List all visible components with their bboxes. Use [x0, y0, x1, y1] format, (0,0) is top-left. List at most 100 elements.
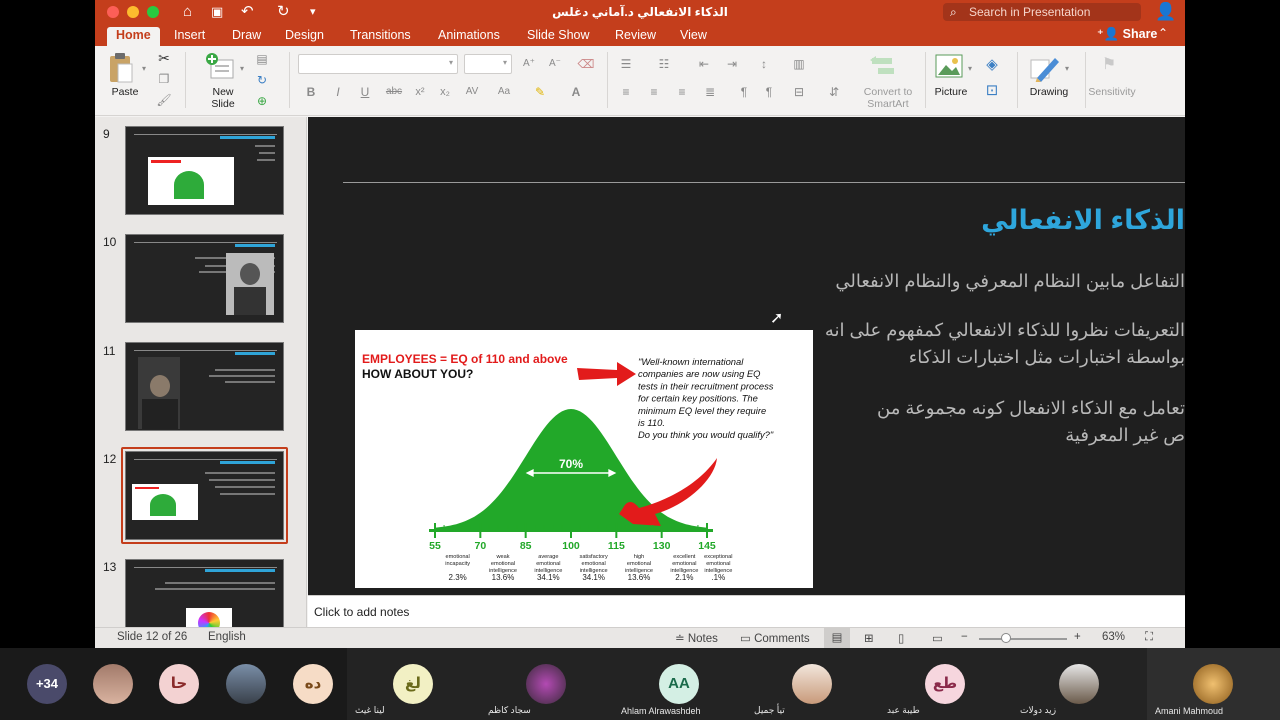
- increase-indent-icon[interactable]: ⇥: [723, 55, 741, 73]
- align-right-icon[interactable]: ≡: [673, 83, 691, 101]
- participant-tile[interactable]: لغ لينا غيث: [347, 648, 480, 720]
- slide-thumbnail-13[interactable]: [125, 559, 284, 627]
- slide-sorter-icon[interactable]: ⊞: [864, 631, 874, 645]
- normal-view-icon[interactable]: ▤: [824, 628, 850, 648]
- new-slide-dropdown-icon[interactable]: ▾: [233, 60, 251, 78]
- slide-thumbnail-11[interactable]: [125, 342, 284, 431]
- character-spacing-icon[interactable]: AV: [463, 83, 481, 101]
- notes-button[interactable]: ≐ Notes: [675, 631, 718, 645]
- slide-bullet[interactable]: ص غير المعرفية: [1065, 422, 1185, 449]
- sensitivity-icon[interactable]: ⚑: [1100, 56, 1118, 74]
- slideshow-view-icon[interactable]: ▭: [932, 631, 943, 645]
- superscript-icon[interactable]: x²: [411, 83, 429, 101]
- participant-tile[interactable]: ده: [290, 648, 336, 720]
- slide-title[interactable]: الذكاء الانفعالي: [981, 205, 1185, 236]
- justify-icon[interactable]: ≣: [701, 83, 719, 101]
- smartart-icon[interactable]: [868, 54, 896, 80]
- layout-icon[interactable]: ▤: [253, 50, 271, 68]
- participant-tile[interactable]: +34: [0, 648, 95, 720]
- slide-bullet[interactable]: تعامل مع الذكاء الانفعال كونه مجموعة من: [877, 395, 1185, 422]
- columns-icon[interactable]: ▥: [790, 55, 808, 73]
- participant-tile[interactable]: [90, 648, 136, 720]
- text-direction-icon[interactable]: ⇵: [825, 83, 843, 101]
- slide-editor[interactable]: الذكاء الانفعالي التفاعل مابين النظام ال…: [308, 117, 1185, 595]
- reading-view-icon[interactable]: ▯: [898, 631, 904, 645]
- sensitivity-label[interactable]: Sensitivity: [1085, 86, 1139, 98]
- tab-view[interactable]: View: [671, 27, 716, 46]
- highlight-icon[interactable]: ✎: [531, 83, 549, 101]
- slide-thumbnail-10[interactable]: [125, 234, 284, 323]
- section-icon[interactable]: ⊕: [253, 92, 271, 110]
- drawing-icon[interactable]: [1029, 54, 1061, 82]
- align-text-icon[interactable]: ⊟: [790, 83, 808, 101]
- new-slide-icon[interactable]: [205, 52, 235, 82]
- account-icon[interactable]: 👤: [1155, 2, 1176, 22]
- paste-icon[interactable]: [108, 52, 134, 84]
- font-name-combobox[interactable]: ▾: [298, 54, 458, 74]
- ltr-icon[interactable]: ¶: [735, 83, 753, 101]
- zoom-slider-track[interactable]: [979, 638, 1067, 640]
- current-slide[interactable]: الذكاء الانفعالي التفاعل مابين النظام ال…: [308, 117, 1185, 595]
- paste-options-icon[interactable]: ▾: [135, 60, 153, 78]
- participant-tile[interactable]: سجاد كاظم: [480, 648, 613, 720]
- participant-tile[interactable]: [223, 648, 269, 720]
- slide-bullet[interactable]: بواسطة اختبارات مثل اختبارات الذكاء: [909, 344, 1185, 371]
- slide-thumbnail-12[interactable]: [125, 451, 284, 540]
- decrease-indent-icon[interactable]: ⇤: [695, 55, 713, 73]
- tab-transitions[interactable]: Transitions: [341, 27, 420, 46]
- reset-icon[interactable]: ↻: [253, 71, 271, 89]
- tab-review[interactable]: Review: [606, 27, 665, 46]
- numbering-icon[interactable]: ☷: [655, 55, 673, 73]
- share-button[interactable]: ⁺👤 Share: [1097, 26, 1157, 42]
- clear-formatting-icon[interactable]: ⌫: [577, 55, 595, 73]
- bullets-icon[interactable]: ☰: [617, 55, 635, 73]
- subscript-icon[interactable]: x₂: [436, 83, 454, 101]
- picture-icon[interactable]: [935, 54, 963, 78]
- decrease-font-icon[interactable]: A⁻: [546, 55, 564, 73]
- search-input[interactable]: ⌕ Search in Presentation: [943, 3, 1141, 21]
- participant-tile[interactable]: زيد دولات: [1012, 648, 1147, 720]
- convert-smartart-label[interactable]: Convert to SmartArt: [855, 86, 921, 110]
- tab-home[interactable]: Home: [107, 27, 160, 46]
- tab-draw[interactable]: Draw: [223, 27, 270, 46]
- increase-font-icon[interactable]: A⁺: [520, 55, 538, 73]
- participant-tile[interactable]: طع طيبة عبد: [879, 648, 1012, 720]
- line-spacing-icon[interactable]: ↕: [755, 55, 773, 73]
- tab-slide-show[interactable]: Slide Show: [518, 27, 599, 46]
- zoom-in-button[interactable]: +: [1074, 631, 1081, 643]
- slide-bullet[interactable]: التفاعل مابين النظام المعرفي والنظام الا…: [835, 268, 1185, 295]
- change-case-icon[interactable]: Aa: [495, 83, 513, 101]
- eq-distribution-image[interactable]: EMPLOYEES = EQ of 110 and above HOW ABOU…: [355, 330, 813, 588]
- drawing-dropdown-icon[interactable]: ▾: [1058, 60, 1076, 78]
- tab-insert[interactable]: Insert: [165, 27, 214, 46]
- rtl-icon[interactable]: ¶: [760, 83, 778, 101]
- align-center-icon[interactable]: ≡: [645, 83, 663, 101]
- align-left-icon[interactable]: ≡: [617, 83, 635, 101]
- tab-animations[interactable]: Animations: [429, 27, 509, 46]
- zoom-slider-thumb[interactable]: [1001, 633, 1011, 643]
- fit-to-window-icon[interactable]: ⛶: [1145, 631, 1153, 644]
- strikethrough-button[interactable]: abc: [383, 83, 405, 101]
- language[interactable]: English: [208, 631, 246, 643]
- collapse-ribbon-icon[interactable]: ⌃: [1158, 26, 1168, 40]
- copy-icon[interactable]: ❐: [155, 70, 173, 88]
- text-box-icon[interactable]: ⊡: [983, 82, 1001, 100]
- cut-icon[interactable]: ✂: [155, 49, 173, 67]
- participant-tile[interactable]: تيأ جميل: [746, 648, 879, 720]
- comments-button[interactable]: ▭ Comments: [740, 631, 810, 645]
- participant-tile[interactable]: AA Ahlam Alrawashdeh: [613, 648, 746, 720]
- bold-button[interactable]: B: [302, 83, 320, 101]
- notes-pane[interactable]: Click to add notes: [308, 595, 1185, 627]
- slide-thumbnail-9[interactable]: [125, 126, 284, 215]
- picture-dropdown-icon[interactable]: ▾: [961, 60, 979, 78]
- tab-design[interactable]: Design: [276, 27, 333, 46]
- font-size-combobox[interactable]: ▾: [464, 54, 512, 74]
- shapes-icon[interactable]: ◈: [983, 56, 1001, 74]
- italic-button[interactable]: I: [329, 83, 347, 101]
- font-color-icon[interactable]: A: [567, 83, 585, 101]
- participant-tile-active-speaker[interactable]: Amani Mahmoud: [1147, 648, 1280, 720]
- zoom-out-button[interactable]: −: [961, 631, 968, 643]
- slide-bullet[interactable]: التعريفات نظروا للذكاء الانفعالي كمفهوم …: [825, 317, 1185, 344]
- participant-tile[interactable]: حا: [156, 648, 202, 720]
- format-painter-icon[interactable]: 🖌: [155, 91, 173, 109]
